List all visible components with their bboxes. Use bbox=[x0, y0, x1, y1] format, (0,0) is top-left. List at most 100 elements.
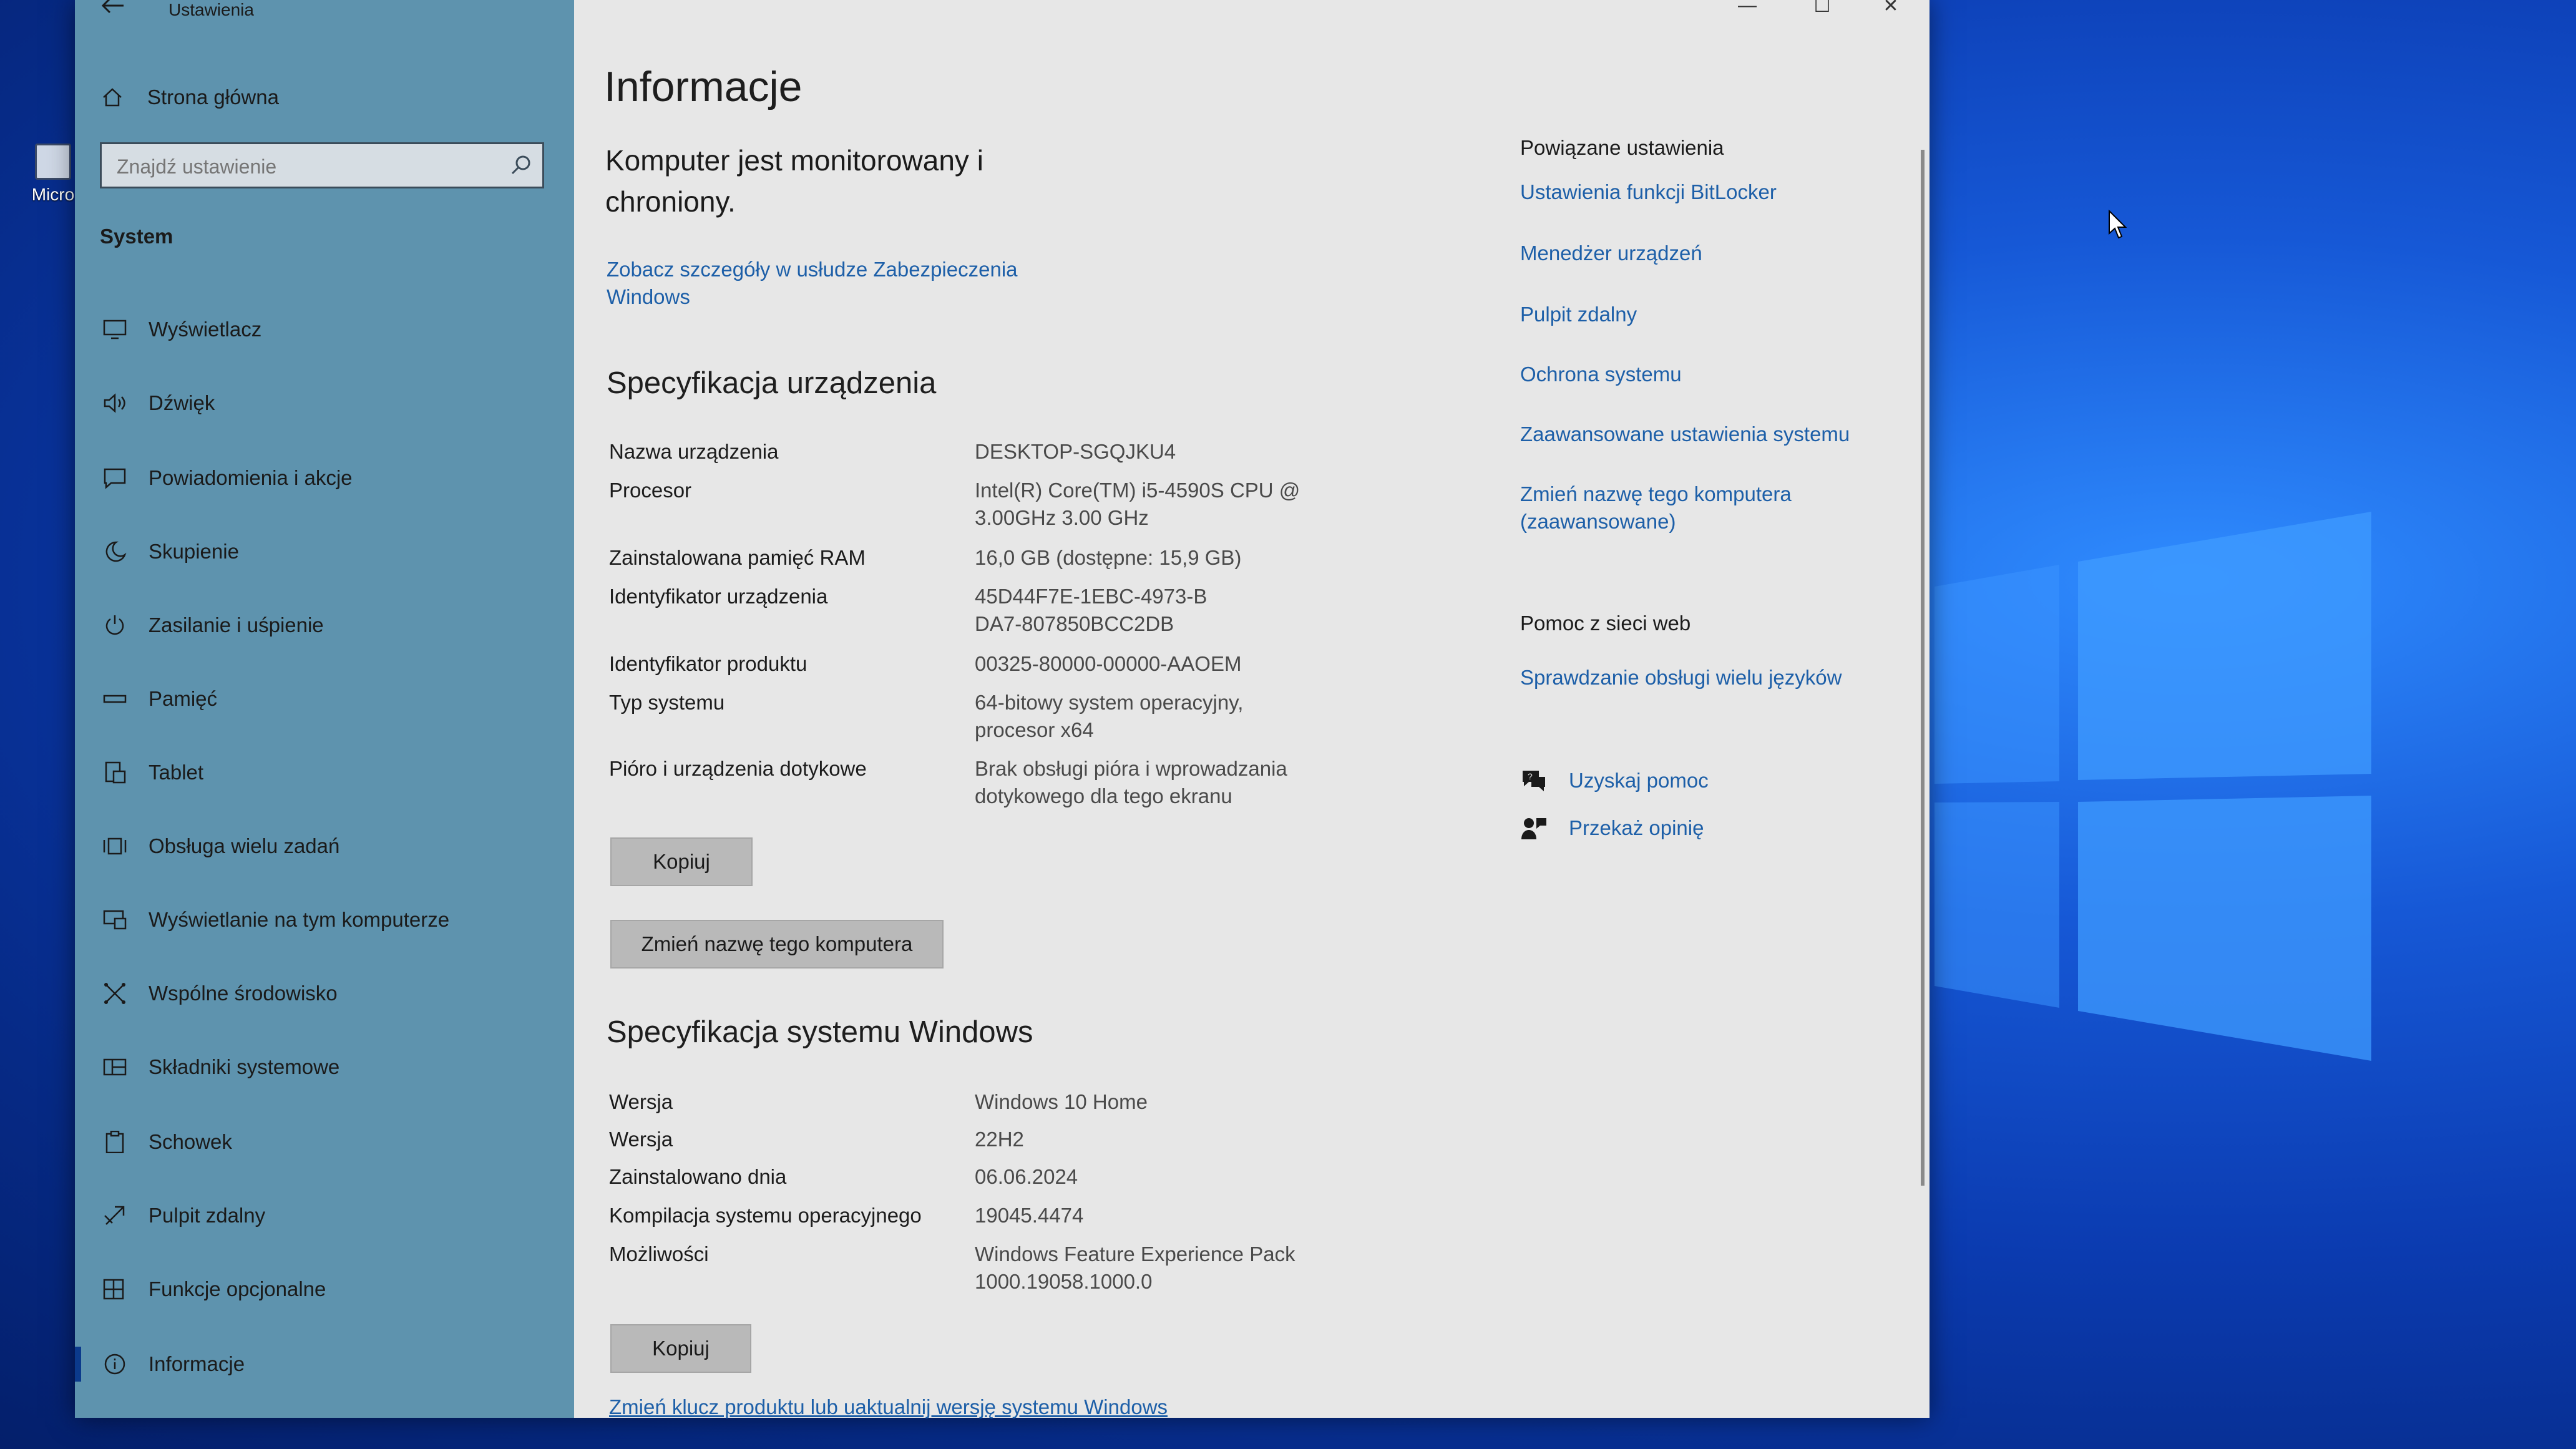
spec-key: Kompilacja systemu operacyjnego bbox=[609, 1204, 922, 1227]
spec-key: Procesor bbox=[609, 479, 692, 502]
sidebar-item-label: Powiadomienia i akcje bbox=[149, 466, 353, 489]
feedback-link[interactable]: Przekaż opinię bbox=[1569, 816, 1704, 840]
sidebar-item-power[interactable]: Zasilanie i uśpienie bbox=[100, 600, 562, 650]
clipboard-icon bbox=[100, 1127, 130, 1157]
copy-device-spec-button[interactable]: Kopiuj bbox=[610, 837, 753, 886]
device-manager-link[interactable]: Menedżer urządzeń bbox=[1520, 240, 1907, 267]
main-content: Informacje Komputer jest monitorowany i … bbox=[574, 0, 1930, 1418]
spec-key: Zainstalowano dnia bbox=[609, 1165, 787, 1188]
feedback-person-icon bbox=[1521, 818, 1546, 839]
sidebar-item-label: Składniki systemowe bbox=[149, 1055, 340, 1078]
sidebar-item-home[interactable]: Strona główna bbox=[100, 79, 279, 116]
sidebar-item-remote-desktop[interactable]: Pulpit zdalny bbox=[100, 1191, 562, 1241]
system-components-icon bbox=[100, 1052, 130, 1082]
optional-features-icon bbox=[100, 1274, 130, 1304]
page-title: Informacje bbox=[604, 63, 803, 110]
windows-spec-heading: Specyfikacja systemu Windows bbox=[607, 1015, 1033, 1049]
spec-key: Zainstalowana pamięć RAM bbox=[609, 546, 866, 569]
sidebar-item-label: Wspólne środowisko bbox=[149, 982, 338, 1005]
multitasking-icon bbox=[100, 831, 130, 861]
spec-key: Identyfikator produktu bbox=[609, 652, 807, 675]
sidebar-item-multitasking[interactable]: Obsługa wielu zadań bbox=[100, 821, 562, 871]
get-help-item[interactable]: ? Uzyskaj pomoc bbox=[1520, 765, 1709, 796]
sidebar-item-label: Funkcje opcjonalne bbox=[149, 1277, 326, 1300]
home-icon bbox=[103, 88, 122, 107]
product-key-link[interactable]: Zmień klucz produktu lub uaktualnij wers… bbox=[609, 1395, 1168, 1419]
spec-value: Intel(R) Core(TM) i5-4590S CPU @ 3.00GHz… bbox=[975, 479, 1300, 529]
sidebar-item-system-components[interactable]: Składniki systemowe bbox=[100, 1042, 562, 1092]
power-icon bbox=[100, 610, 130, 640]
monitor-icon bbox=[100, 315, 130, 344]
system-protection-link[interactable]: Ochrona systemu bbox=[1520, 361, 1907, 388]
spec-value: 45D44F7E-1EBC-4973-BDA7-807850BCC2DB bbox=[975, 585, 1208, 635]
sidebar-item-focus[interactable]: Skupienie bbox=[100, 527, 562, 577]
shared-experiences-icon bbox=[100, 978, 130, 1008]
sidebar-item-about[interactable]: Informacje bbox=[75, 1339, 562, 1389]
sidebar-item-label: Zasilanie i uśpienie bbox=[149, 613, 324, 637]
sidebar-item-sound[interactable]: Dźwięk bbox=[100, 378, 562, 428]
spec-key: Wersja bbox=[609, 1128, 673, 1151]
sidebar-item-shared-experiences[interactable]: Wspólne środowisko bbox=[100, 968, 562, 1018]
spec-key: Identyfikator urządzenia bbox=[609, 585, 828, 608]
advanced-system-settings-link[interactable]: Zaawansowane ustawienia systemu bbox=[1520, 421, 1907, 448]
spec-value: 16,0 GB (dostępne: 15,9 GB) bbox=[975, 546, 1242, 569]
back-button[interactable] bbox=[100, 0, 137, 21]
copy-windows-spec-button[interactable]: Kopiuj bbox=[610, 1324, 751, 1373]
spec-value: 00325-80000-00000-AAOEM bbox=[975, 652, 1242, 675]
get-help-link[interactable]: Uzyskaj pomoc bbox=[1569, 769, 1709, 793]
sidebar-item-storage[interactable]: Pamięć bbox=[100, 674, 562, 724]
sidebar: Ustawienia Strona główna System Wyświetl… bbox=[75, 0, 574, 1418]
remote-desktop-link[interactable]: Pulpit zdalny bbox=[1520, 301, 1907, 328]
related-settings-heading: Powiązane ustawienia bbox=[1520, 136, 1724, 159]
sidebar-item-projecting[interactable]: Wyświetlanie na tym komputerze bbox=[100, 895, 562, 945]
rename-pc-advanced-link[interactable]: Zmień nazwę tego komputera (zaawansowane… bbox=[1520, 481, 1845, 535]
spec-value: 19045.4474 bbox=[975, 1204, 1084, 1227]
sidebar-item-label: Tablet bbox=[149, 761, 204, 784]
spec-value: Windows 10 Home bbox=[975, 1090, 1148, 1113]
feedback-item[interactable]: Przekaż opinię bbox=[1520, 812, 1704, 844]
tablet-icon bbox=[100, 758, 130, 788]
svg-text:?: ? bbox=[1528, 771, 1533, 781]
back-arrow-icon bbox=[101, 0, 124, 14]
sidebar-item-notifications[interactable]: Powiadomienia i akcje bbox=[100, 453, 562, 503]
sidebar-item-tablet[interactable]: Tablet bbox=[100, 748, 562, 798]
sidebar-item-label: Schowek bbox=[149, 1130, 232, 1153]
sidebar-item-optional-features[interactable]: Funkcje opcjonalne bbox=[100, 1264, 562, 1314]
search-icon[interactable] bbox=[509, 153, 534, 178]
sidebar-item-label: Dźwięk bbox=[149, 391, 215, 414]
sidebar-item-display[interactable]: Wyświetlacz bbox=[100, 305, 562, 354]
search-input[interactable] bbox=[115, 150, 492, 183]
spec-key: Nazwa urządzenia bbox=[609, 440, 779, 463]
desktop-shortcut[interactable]: Micro bbox=[25, 144, 81, 212]
sidebar-item-label: Strona główna bbox=[147, 85, 279, 109]
sidebar-item-label: Skupienie bbox=[149, 540, 239, 563]
security-details-link[interactable]: Zobacz szczegóły w usłudze Zabezpieczeni… bbox=[607, 256, 1081, 311]
scrollbar[interactable] bbox=[1921, 150, 1925, 1186]
info-icon bbox=[100, 1349, 130, 1379]
rename-pc-button[interactable]: Zmień nazwę tego komputera bbox=[610, 920, 944, 968]
bitlocker-link[interactable]: Ustawienia funkcji BitLocker bbox=[1520, 178, 1907, 206]
spec-value: 06.06.2024 bbox=[975, 1165, 1078, 1188]
window-title: Ustawienia bbox=[168, 0, 254, 19]
desktop-shortcut-label: Micro bbox=[31, 185, 75, 204]
protection-status-text: Komputer jest monitorowany i chroniony. bbox=[605, 144, 983, 218]
language-support-link[interactable]: Sprawdzanie obsługi wielu języków bbox=[1520, 664, 1907, 691]
sidebar-item-label: Pulpit zdalny bbox=[149, 1204, 266, 1227]
notification-icon bbox=[100, 463, 130, 493]
projecting-icon bbox=[100, 905, 130, 935]
sidebar-section-heading: System bbox=[100, 225, 173, 248]
web-help-heading: Pomoc z sieci web bbox=[1520, 612, 1691, 635]
spec-value: 64-bitowy system operacyjny, procesor x6… bbox=[975, 691, 1244, 741]
sidebar-item-label: Wyświetlacz bbox=[149, 318, 262, 341]
storage-icon bbox=[100, 684, 130, 714]
spec-key: Wersja bbox=[609, 1090, 673, 1113]
moon-icon bbox=[100, 537, 130, 567]
spec-key: Możliwości bbox=[609, 1242, 709, 1266]
remote-desktop-icon bbox=[100, 1201, 130, 1231]
speaker-icon bbox=[100, 388, 130, 418]
sidebar-item-label: Pamięć bbox=[149, 687, 218, 710]
search-box[interactable] bbox=[100, 142, 544, 188]
sidebar-item-clipboard[interactable]: Schowek bbox=[100, 1117, 562, 1167]
windows-logo-wallpaper bbox=[1934, 512, 2371, 1061]
spec-value: DESKTOP-SGQJKU4 bbox=[975, 440, 1176, 463]
